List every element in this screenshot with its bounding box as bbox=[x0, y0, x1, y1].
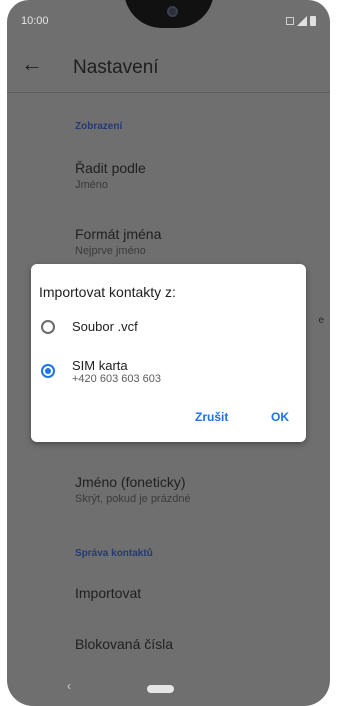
navigation-bar: ‹ bbox=[7, 672, 330, 706]
setting-value: Jméno bbox=[75, 179, 109, 191]
setting-title: Jméno (foneticky) bbox=[75, 474, 186, 490]
ok-button[interactable]: OK bbox=[271, 410, 289, 424]
radio-selected-icon[interactable] bbox=[41, 364, 55, 378]
import-dialog: Importovat kontakty z: Soubor .vcf SIM k… bbox=[31, 264, 306, 442]
setting-title: Formát jména bbox=[75, 226, 162, 242]
setting-blocked-numbers[interactable]: Blokovaná čísla bbox=[75, 636, 173, 652]
option-label: Soubor .vcf bbox=[72, 319, 138, 334]
home-pill[interactable] bbox=[147, 685, 174, 693]
cast-icon bbox=[286, 17, 294, 25]
setting-import[interactable]: Importovat bbox=[75, 585, 141, 601]
front-camera-icon bbox=[167, 6, 178, 17]
status-time: 10:00 bbox=[21, 15, 49, 27]
status-bar: 10:00 bbox=[7, 0, 330, 40]
battery-icon bbox=[310, 16, 316, 26]
page-title: Nastavení bbox=[73, 57, 159, 78]
app-bar: ← Nastavení bbox=[7, 45, 330, 90]
status-icons bbox=[280, 16, 320, 28]
nav-back-icon[interactable]: ‹ bbox=[67, 679, 71, 693]
section-header-manage: Správa kontaktů bbox=[75, 548, 153, 559]
option-sublabel: +420 603 603 603 bbox=[72, 373, 162, 385]
signal-icon bbox=[297, 16, 307, 26]
app-bar-divider bbox=[7, 92, 330, 93]
setting-title: Blokovaná čísla bbox=[75, 636, 174, 652]
setting-value: Skrýt, pokud je prázdné bbox=[75, 493, 191, 505]
phone-screen: 10:00 ← Nastavení Zobrazení Řadit podle … bbox=[7, 0, 330, 706]
back-arrow-icon[interactable]: ← bbox=[21, 51, 43, 77]
partial-text: e bbox=[318, 315, 324, 326]
setting-title: Řadit podle bbox=[75, 160, 146, 176]
dialog-title: Importovat kontakty z: bbox=[39, 284, 176, 300]
radio-unselected-icon[interactable] bbox=[41, 320, 55, 334]
setting-phonetic-name[interactable]: Jméno (foneticky) Skrýt, pokud je prázdn… bbox=[75, 474, 191, 505]
setting-sort-by[interactable]: Řadit podle Jméno bbox=[75, 160, 146, 191]
cancel-button[interactable]: Zrušit bbox=[195, 410, 228, 424]
setting-name-format[interactable]: Formát jména Nejprve jméno bbox=[75, 226, 161, 257]
setting-value: Nejprve jméno bbox=[75, 245, 146, 257]
option-label: SIM karta bbox=[72, 358, 128, 373]
section-header-display: Zobrazení bbox=[75, 121, 123, 132]
setting-title: Importovat bbox=[75, 585, 142, 601]
